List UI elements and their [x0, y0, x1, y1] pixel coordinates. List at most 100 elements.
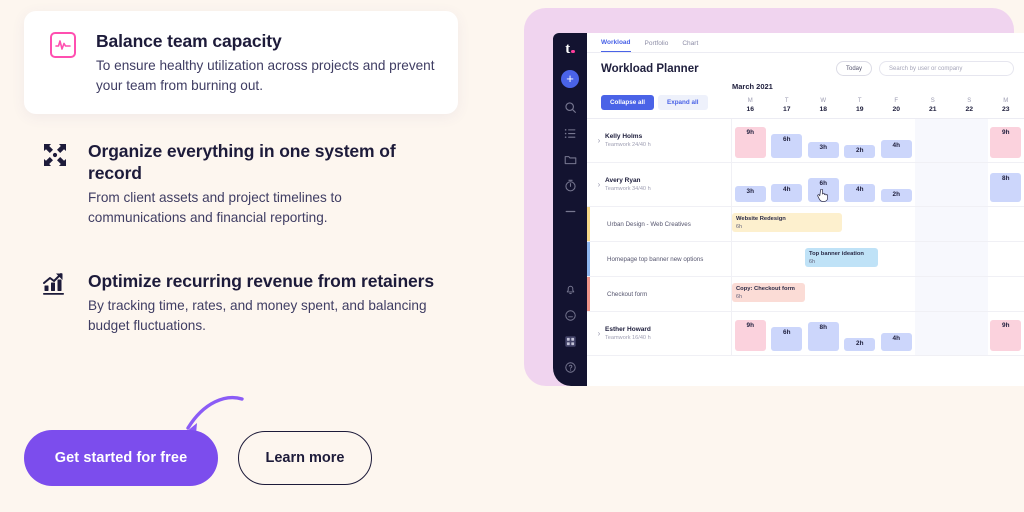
- grid-cell[interactable]: [988, 207, 1024, 241]
- grid-cell[interactable]: [951, 207, 988, 241]
- more-icon[interactable]: [564, 205, 577, 218]
- app-main-area: Workload Portfolio Chart Workload Planne…: [587, 33, 1024, 386]
- get-started-button[interactable]: Get started for free: [24, 430, 218, 486]
- expand-all-button[interactable]: Expand all: [658, 95, 708, 110]
- grid-cell[interactable]: 3h: [805, 119, 842, 162]
- day-column-header: T 17: [769, 98, 806, 118]
- bell-icon[interactable]: [564, 283, 577, 296]
- grid-cell[interactable]: 6h: [769, 119, 806, 162]
- hours-bar[interactable]: 3h: [807, 142, 839, 158]
- hours-bar[interactable]: 9h: [990, 319, 1022, 351]
- grid-cell[interactable]: [914, 207, 951, 241]
- grid-cell[interactable]: [951, 119, 988, 162]
- hours-bar[interactable]: 8h: [990, 173, 1022, 202]
- search-icon[interactable]: [564, 101, 577, 114]
- grid-cell[interactable]: [878, 277, 915, 311]
- list-icon[interactable]: [564, 127, 577, 140]
- grid-cell[interactable]: [951, 242, 988, 276]
- hours-bar[interactable]: 4h: [880, 139, 912, 158]
- tab-chart[interactable]: Chart: [682, 40, 698, 52]
- left-content-column: Balance team capacity To ensure healthy …: [0, 0, 512, 512]
- row-header: › Kelly Holms Teamwork 24/40 h: [587, 119, 732, 162]
- grid-cell[interactable]: [878, 242, 915, 276]
- grid-cell[interactable]: [951, 277, 988, 311]
- task-span-bar[interactable]: Website Redesign 6h: [732, 213, 842, 232]
- user-row: › Esther Howard Teamwork 16/40 h 9h 6h 8h 2h 4h…: [587, 312, 1024, 356]
- chevron-right-icon[interactable]: ›: [593, 136, 605, 145]
- grid-cell[interactable]: [914, 119, 951, 162]
- grid-cell[interactable]: [842, 277, 879, 311]
- grid-cell[interactable]: 2h: [878, 163, 915, 206]
- grid-cell[interactable]: [914, 277, 951, 311]
- day-number: 16: [746, 106, 755, 113]
- grid-cell[interactable]: 9h: [732, 312, 769, 355]
- grid-cell[interactable]: [769, 242, 806, 276]
- grid-cell[interactable]: [914, 163, 951, 206]
- grid-cell[interactable]: 6h: [769, 312, 806, 355]
- grid-cell[interactable]: 4h: [878, 119, 915, 162]
- day-header-row: M 16 T 17 W 18 T 19 F 20 S 21 S 22 M 23: [732, 98, 1024, 118]
- grid-cell[interactable]: [951, 312, 988, 355]
- feature-item-organize-system-of-record: Organize everything in one system of rec…: [40, 140, 436, 228]
- today-button[interactable]: Today: [835, 61, 872, 76]
- day-of-week: F: [894, 98, 899, 104]
- hours-bar[interactable]: 9h: [734, 319, 766, 351]
- row-cells: 3h 4h 6h 4h 2h 8h: [732, 163, 1024, 206]
- user-row: › Kelly Holms Teamwork 24/40 h 9h 6h 3h 2h 4h 9h: [587, 119, 1024, 163]
- grid-cell[interactable]: 9h: [988, 119, 1024, 162]
- collapse-arrows-icon: [40, 140, 70, 170]
- row-cells: 9h 6h 3h 2h 4h 9h: [732, 119, 1024, 162]
- task-span-bar[interactable]: Top banner ideation 6h: [805, 248, 878, 267]
- grid-cell[interactable]: [988, 277, 1024, 311]
- grid-cell[interactable]: [988, 242, 1024, 276]
- grid-cell[interactable]: 9h: [988, 312, 1024, 355]
- user-name: Esther Howard: [605, 326, 651, 333]
- user-meta: Teamwork 24/40 h: [605, 142, 651, 148]
- hours-bar[interactable]: 3h: [734, 186, 766, 202]
- search-input[interactable]: Search by user or company: [879, 61, 1014, 76]
- grid-cell[interactable]: 8h: [805, 312, 842, 355]
- grid-cell[interactable]: 8h: [988, 163, 1024, 206]
- folder-icon[interactable]: [564, 153, 577, 166]
- hours-bar[interactable]: 8h: [807, 322, 839, 351]
- grid-cell[interactable]: [878, 207, 915, 241]
- hours-bar[interactable]: 2h: [844, 337, 876, 351]
- grid-cell[interactable]: [805, 277, 842, 311]
- task-span-bar[interactable]: Copy: Checkout form 6h: [732, 283, 805, 302]
- grid-icon[interactable]: [564, 335, 577, 348]
- hours-bar[interactable]: 4h: [880, 332, 912, 351]
- tab-portfolio[interactable]: Portfolio: [645, 40, 669, 52]
- day-number: 19: [855, 106, 864, 113]
- tab-workload[interactable]: Workload: [601, 39, 631, 52]
- grid-cell[interactable]: [914, 312, 951, 355]
- grid-cell[interactable]: 4h: [769, 163, 806, 206]
- help-icon[interactable]: [564, 361, 577, 374]
- grid-cell[interactable]: [914, 242, 951, 276]
- hours-bar[interactable]: 2h: [880, 188, 912, 202]
- timer-icon[interactable]: [564, 179, 577, 192]
- grid-cell[interactable]: 9h: [732, 119, 769, 162]
- grid-cell[interactable]: [842, 207, 879, 241]
- plus-icon[interactable]: +: [561, 70, 579, 88]
- hours-bar[interactable]: 9h: [990, 126, 1022, 158]
- chevron-right-icon[interactable]: ›: [593, 180, 605, 189]
- clock-icon[interactable]: [564, 309, 577, 322]
- user-row: › Avery Ryan Teamwork 34/40 h 3h 4h 6h 4h 2h 8h: [587, 163, 1024, 207]
- hours-bar[interactable]: 9h: [734, 126, 766, 158]
- grid-cell[interactable]: 3h: [732, 163, 769, 206]
- grid-cell[interactable]: 2h: [842, 312, 879, 355]
- grid-cell[interactable]: [951, 163, 988, 206]
- hours-bar[interactable]: 2h: [844, 144, 876, 158]
- grid-cell[interactable]: [732, 242, 769, 276]
- chevron-right-icon[interactable]: ›: [593, 329, 605, 338]
- grid-cell[interactable]: 4h: [842, 163, 879, 206]
- hours-bar[interactable]: 4h: [844, 183, 876, 202]
- grid-cell[interactable]: 2h: [842, 119, 879, 162]
- row-header: › Esther Howard Teamwork 16/40 h: [587, 312, 732, 355]
- grid-cell[interactable]: 4h: [878, 312, 915, 355]
- hours-bar[interactable]: 6h: [771, 134, 803, 158]
- hours-bar[interactable]: 6h: [771, 327, 803, 351]
- learn-more-button[interactable]: Learn more: [238, 431, 372, 485]
- hours-bar[interactable]: 4h: [771, 183, 803, 202]
- collapse-all-button[interactable]: Collapse all: [601, 95, 654, 110]
